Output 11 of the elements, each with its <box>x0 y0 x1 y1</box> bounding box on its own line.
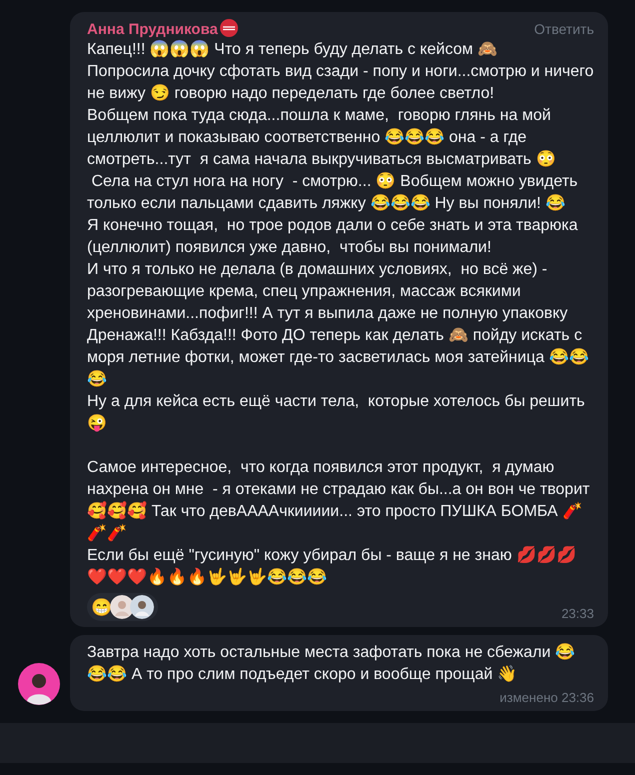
message-text: Капец!!! 😱😱😱 Что я теперь буду делать с кейсом 🙈 Попросила дочку сфотать вид сзади - попу и ноги...смотрю и ничего не вижу 😏 говорю надо переделать где более светло! Вобщем пока туда сюда...пошла к маме, говорю глянь на мой целлюлит и показываю соответственно 😂😂😂 она - а где смотреть...тут я сама начала выкручиваться высматривать 😳 Села на стул нога на ногу - смотрю... 😳 Вобщем можно увидеть только если пальцами сдавить ляжку 😂😂😂 Ну вы поняли! 😂 Я конечно тощая, но трое родов дали о себе знать и эта тварюка (целлюлит) появился уже давно, чтобы вы понимали! И что я только не делала (в домашних условиях, но всё же) - разогревающие крема, спец упражнения, массаж всякими хреновинами...пофиг!!! А тут я выпила даже не полную упаковку Дренажа!!! Кабзда!!! Фото ДО теперь как делать 🙈 пойду искать с моря летние фотки, может где-то засветилась моя затейница 😂😂😂 Ну а для кейса есть ещё части тела, которые хотелось бы решить 😜 Самое интересное, что когда появился этот продукт, я думаю нахрена он мне - я отеками не страдаю как бы...а он вон че творит 🥰🥰🥰 Так что девААААчкиииии... это просто ПУШКА БОМБА 🧨🧨🧨 Если бы ещё "гусиную" кожу убирал бы - ваще я не знаю 💋💋💋❤❤❤🔥🔥🔥🤟🤟🤟😂😂😂 <box>87 39 594 588</box>
message-time: изменено 23:36 <box>500 690 594 705</box>
message-text: Завтра надо хоть остальные места зафотать пока не сбежали 😂😂😂 А то про слим подъедет скоро и вообще прощай 👋 <box>87 642 576 685</box>
reactor-avatar <box>110 595 134 619</box>
message-time: 23:33 <box>561 606 594 621</box>
avatar[interactable] <box>18 663 60 705</box>
reply-button[interactable]: Ответить <box>534 21 594 37</box>
sender-name[interactable]: Анна Прудникова <box>87 21 218 38</box>
reactor-avatar <box>130 595 154 619</box>
badge-icon <box>220 19 238 37</box>
reaction-chip[interactable]: 😁 <box>87 593 158 621</box>
